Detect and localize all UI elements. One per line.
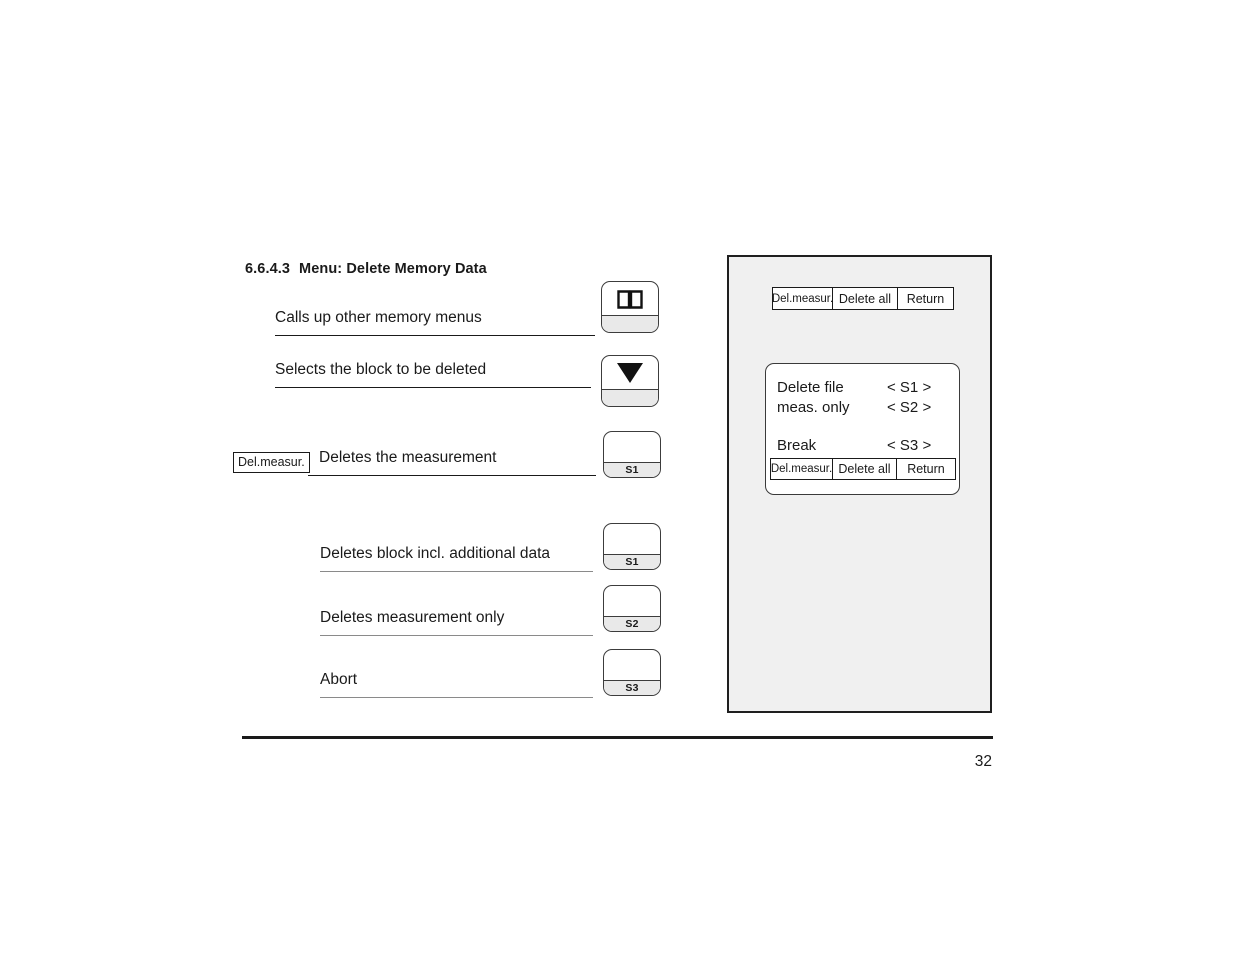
instruction-underline bbox=[320, 571, 593, 572]
instruction-row: Deletes measurement only bbox=[320, 590, 593, 636]
section-number: 6.6.4.3 bbox=[245, 261, 291, 277]
instruction-underline bbox=[308, 475, 596, 476]
instruction-label: Abort bbox=[320, 671, 358, 688]
softkey-del-measur[interactable]: Del.measur. bbox=[772, 288, 833, 309]
key-face bbox=[602, 356, 658, 390]
key-face bbox=[604, 432, 660, 463]
screen-line-label: Delete file bbox=[777, 379, 844, 396]
key-label bbox=[602, 389, 658, 406]
instruction-row: Selects the block to be deleted bbox=[275, 342, 591, 388]
key-s1-delete-measurement[interactable]: S1 bbox=[603, 431, 661, 478]
key-book[interactable] bbox=[601, 281, 659, 333]
key-label: S2 bbox=[604, 616, 660, 631]
screen-line: Delete file < S1 > bbox=[777, 378, 949, 398]
callout-tag-label: Del.measur. bbox=[238, 455, 305, 469]
callout-tag-del-measur: Del.measur. bbox=[233, 452, 310, 473]
softkey-delete-all[interactable]: Delete all bbox=[833, 459, 897, 479]
screen-lines: Delete file < S1 > meas. only < S2 > Bre… bbox=[777, 378, 949, 456]
device-panel: Del.measur. Delete all Return Delete fil… bbox=[727, 255, 992, 713]
instruction-row: Deletes the measurement bbox=[308, 430, 596, 476]
instruction-underline bbox=[275, 387, 591, 388]
key-label: S1 bbox=[604, 554, 660, 569]
softkey-return[interactable]: Return bbox=[898, 288, 953, 309]
page-number: 32 bbox=[974, 753, 992, 770]
key-label bbox=[602, 315, 658, 332]
triangle-down-icon bbox=[617, 363, 643, 383]
device-screen: Delete file < S1 > meas. only < S2 > Bre… bbox=[765, 363, 960, 495]
softkey-delete-all[interactable]: Delete all bbox=[833, 288, 898, 309]
book-icon bbox=[617, 289, 643, 309]
key-s1-delete-block[interactable]: S1 bbox=[603, 523, 661, 570]
softkey-return[interactable]: Return bbox=[897, 459, 955, 479]
instruction-underline bbox=[275, 335, 595, 336]
instruction-row: Deletes block incl. additional data bbox=[320, 526, 593, 572]
page-title: 6.6.4.3 Menu: Delete Memory Data bbox=[245, 261, 487, 277]
key-s2-delete-measurement-only[interactable]: S2 bbox=[603, 585, 661, 632]
instruction-row: Abort bbox=[320, 652, 593, 698]
key-face bbox=[602, 282, 658, 316]
key-face bbox=[604, 650, 660, 681]
key-s3-abort[interactable]: S3 bbox=[603, 649, 661, 696]
manual-page: 6.6.4.3 Menu: Delete Memory Data Calls up… bbox=[0, 0, 1235, 954]
instruction-row: Calls up other memory menus bbox=[275, 290, 595, 336]
screen-line-value: < S3 > bbox=[887, 437, 932, 454]
instruction-underline bbox=[320, 635, 593, 636]
screen-line: Break < S3 > bbox=[777, 436, 949, 456]
key-scroll-down[interactable] bbox=[601, 355, 659, 407]
instruction-label: Deletes the measurement bbox=[319, 449, 497, 466]
key-label: S3 bbox=[604, 680, 660, 695]
screen-line-label: meas. only bbox=[777, 399, 850, 416]
screen-softkey-bar: Del.measur. Delete all Return bbox=[770, 458, 956, 480]
screen-line-value: < S2 > bbox=[887, 399, 932, 416]
instruction-label: Selects the block to be deleted bbox=[275, 361, 487, 378]
key-label: S1 bbox=[604, 462, 660, 477]
screen-line-label: Break bbox=[777, 437, 817, 454]
section-title: Menu: Delete Memory Data bbox=[299, 261, 487, 277]
screen-line: meas. only < S2 > bbox=[777, 398, 949, 418]
key-face bbox=[604, 524, 660, 555]
instruction-underline bbox=[320, 697, 593, 698]
footer-divider bbox=[242, 736, 993, 739]
screen-line-value: < S1 > bbox=[887, 379, 932, 396]
softkey-del-measur[interactable]: Del.measur. bbox=[771, 459, 833, 479]
instruction-label: Calls up other memory menus bbox=[275, 309, 482, 326]
instruction-label: Deletes measurement only bbox=[320, 609, 505, 626]
device-top-softkey-bar: Del.measur. Delete all Return bbox=[772, 287, 954, 310]
key-face bbox=[604, 586, 660, 617]
instruction-label: Deletes block incl. additional data bbox=[320, 545, 551, 562]
